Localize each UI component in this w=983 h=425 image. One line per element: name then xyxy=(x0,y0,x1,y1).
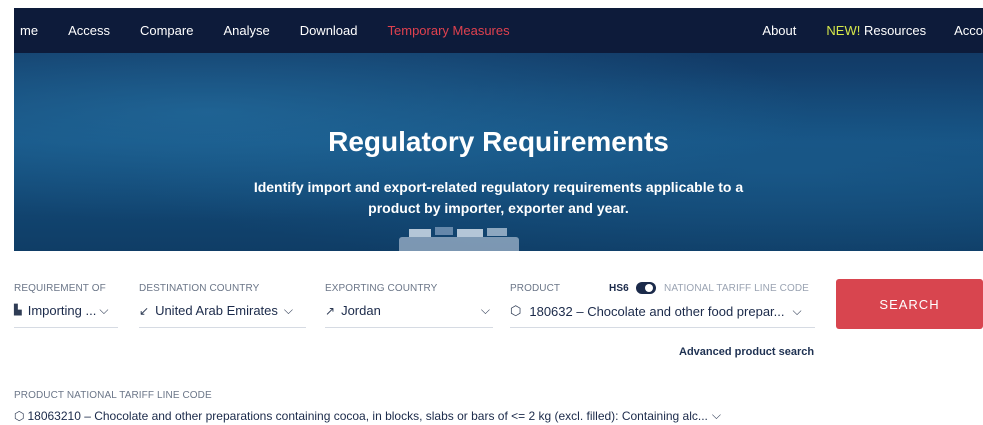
nav-access[interactable]: Access xyxy=(68,23,110,38)
hero-banner: Regulatory Requirements Identify import … xyxy=(14,53,983,251)
chevron-down-icon: ⌵ xyxy=(792,303,802,318)
product-value: 180632 – Chocolate and other food prepar… xyxy=(529,303,785,319)
hs6-label: HS6 xyxy=(609,283,629,294)
nav-resources-label: Resources xyxy=(860,23,927,38)
exporting-country-underline xyxy=(325,327,493,328)
nav-left: me Access Compare Analyse Download Tempo… xyxy=(14,23,510,38)
product-national-tariff-field: PRODUCT NATIONAL TARIFF LINE CODE xyxy=(14,390,212,401)
destination-country-select[interactable]: ↙ United Arab Emirates ⌵ xyxy=(139,303,293,318)
ship-image xyxy=(399,223,519,251)
product-national-tariff-label: PRODUCT NATIONAL TARIFF LINE CODE xyxy=(14,390,212,401)
top-nav: me Access Compare Analyse Download Tempo… xyxy=(14,8,983,53)
exporting-country-select[interactable]: ↗ Jordan ⌵ xyxy=(325,303,490,318)
arrow-out-icon: ↗ xyxy=(325,303,336,318)
box-icon: ⬡ xyxy=(14,408,25,423)
nav-account[interactable]: Acco xyxy=(954,23,983,38)
national-tariff-toggle-label: NATIONAL TARIFF LINE CODE xyxy=(664,283,809,294)
nav-home[interactable]: me xyxy=(20,23,38,38)
exporting-country-label: EXPORTING COUNTRY xyxy=(325,283,438,294)
nav-temporary-measures[interactable]: Temporary Measures xyxy=(388,23,510,38)
chevron-down-icon: ⌵ xyxy=(711,408,722,422)
destination-country-label: DESTINATION COUNTRY xyxy=(139,283,260,294)
chevron-down-icon: ⌵ xyxy=(480,303,490,317)
requirement-of-label: REQUIREMENT OF xyxy=(14,283,106,294)
nav-right: About NEW! Resources Acco xyxy=(762,23,983,38)
nav-resources[interactable]: NEW! Resources xyxy=(826,23,926,38)
box-icon: ⬡ xyxy=(510,303,522,318)
page-title: Regulatory Requirements xyxy=(328,126,669,157)
product-national-tariff-value: 18063210 – Chocolate and other preparati… xyxy=(27,408,708,423)
chevron-down-icon: ⌵ xyxy=(99,303,109,317)
building-icon: ▙ xyxy=(14,305,22,316)
nav-about[interactable]: About xyxy=(762,23,796,38)
destination-country-field: DESTINATION COUNTRY xyxy=(139,283,259,294)
arrow-in-icon: ↙ xyxy=(139,303,150,318)
container-box xyxy=(409,229,431,237)
nav-download[interactable]: Download xyxy=(300,23,358,38)
advanced-product-search-link[interactable]: Advanced product search xyxy=(679,346,814,358)
chevron-down-icon: ⌵ xyxy=(283,303,294,317)
requirement-of-field: REQUIREMENT OF xyxy=(14,283,106,294)
product-select[interactable]: ⬡ 180632 – Chocolate and other food prep… xyxy=(510,303,802,319)
nav-analyse[interactable]: Analyse xyxy=(223,23,269,38)
exporting-country-value: Jordan xyxy=(341,303,381,318)
destination-country-value: United Arab Emirates xyxy=(155,303,278,318)
requirement-of-underline xyxy=(14,327,118,328)
product-label: PRODUCT xyxy=(510,283,561,294)
exporting-country-field: EXPORTING COUNTRY xyxy=(325,283,437,294)
new-badge: NEW! xyxy=(826,23,861,38)
toggle-knob xyxy=(645,284,653,292)
product-underline xyxy=(510,327,815,328)
search-button[interactable]: SEARCH xyxy=(836,279,983,329)
container-box xyxy=(487,228,507,236)
page-subtitle: Identify import and export-related regul… xyxy=(253,179,744,216)
requirement-of-value: Importing ... xyxy=(27,303,97,318)
nav-compare[interactable]: Compare xyxy=(140,23,193,38)
hs6-national-toggle[interactable] xyxy=(636,282,656,294)
container-box xyxy=(435,227,453,235)
ship-hull xyxy=(399,237,519,251)
product-national-tariff-select[interactable]: ⬡ 18063210 – Chocolate and other prepara… xyxy=(14,408,721,423)
product-field: PRODUCT xyxy=(510,283,560,294)
requirement-of-select[interactable]: ▙ Importing ... ⌵ xyxy=(14,303,108,318)
destination-country-underline xyxy=(139,327,306,328)
container-box xyxy=(457,229,483,237)
